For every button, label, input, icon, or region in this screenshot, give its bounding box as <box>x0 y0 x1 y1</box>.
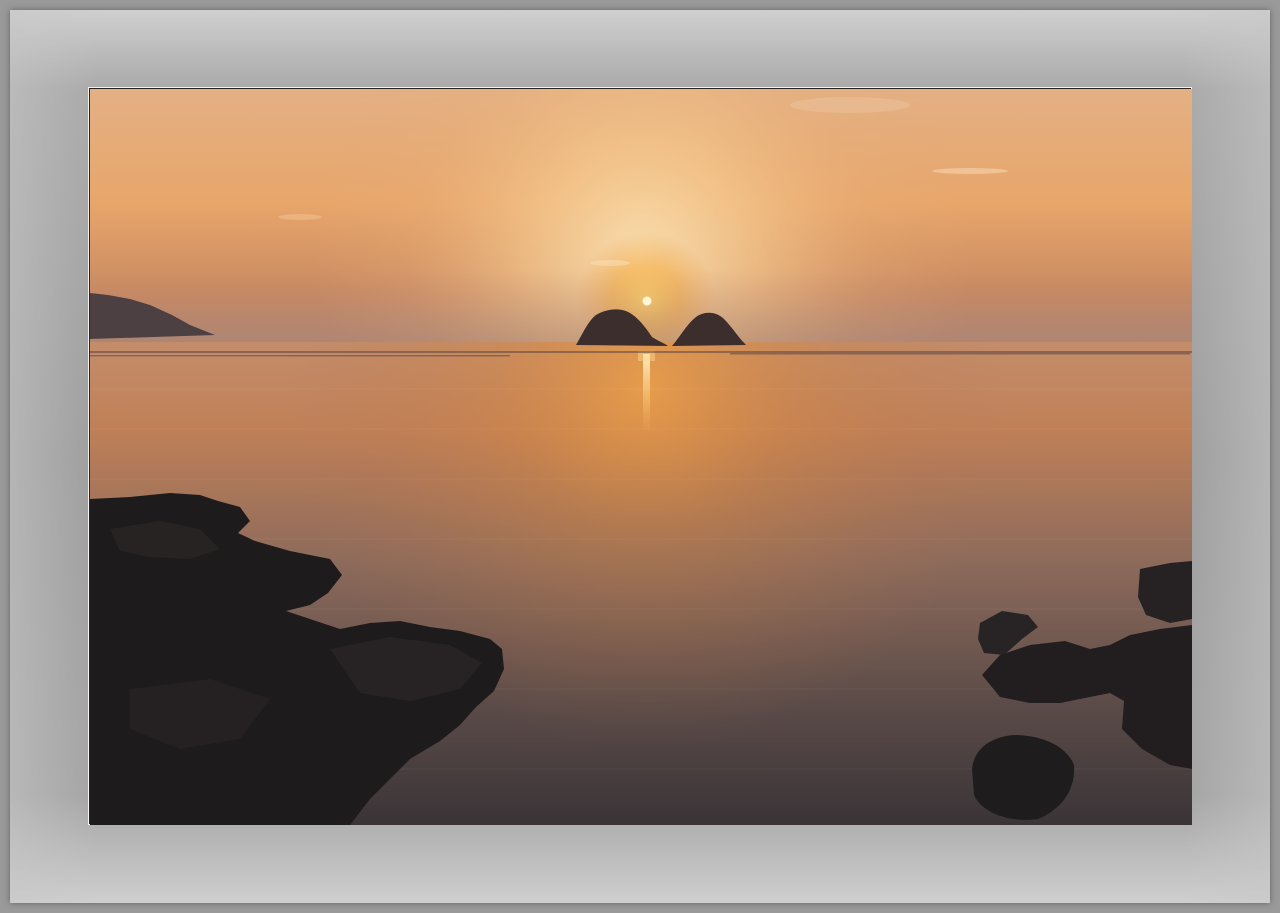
cloud-wisp <box>790 97 910 113</box>
right-rock-far <box>1138 561 1192 623</box>
cloud-wisp <box>278 214 322 220</box>
cloud-wisp <box>932 168 1008 174</box>
photo <box>88 87 1192 825</box>
sun-reflection <box>643 354 650 434</box>
sunset-photo <box>90 89 1192 825</box>
sun <box>642 296 652 306</box>
cloud-wisp <box>590 260 630 266</box>
